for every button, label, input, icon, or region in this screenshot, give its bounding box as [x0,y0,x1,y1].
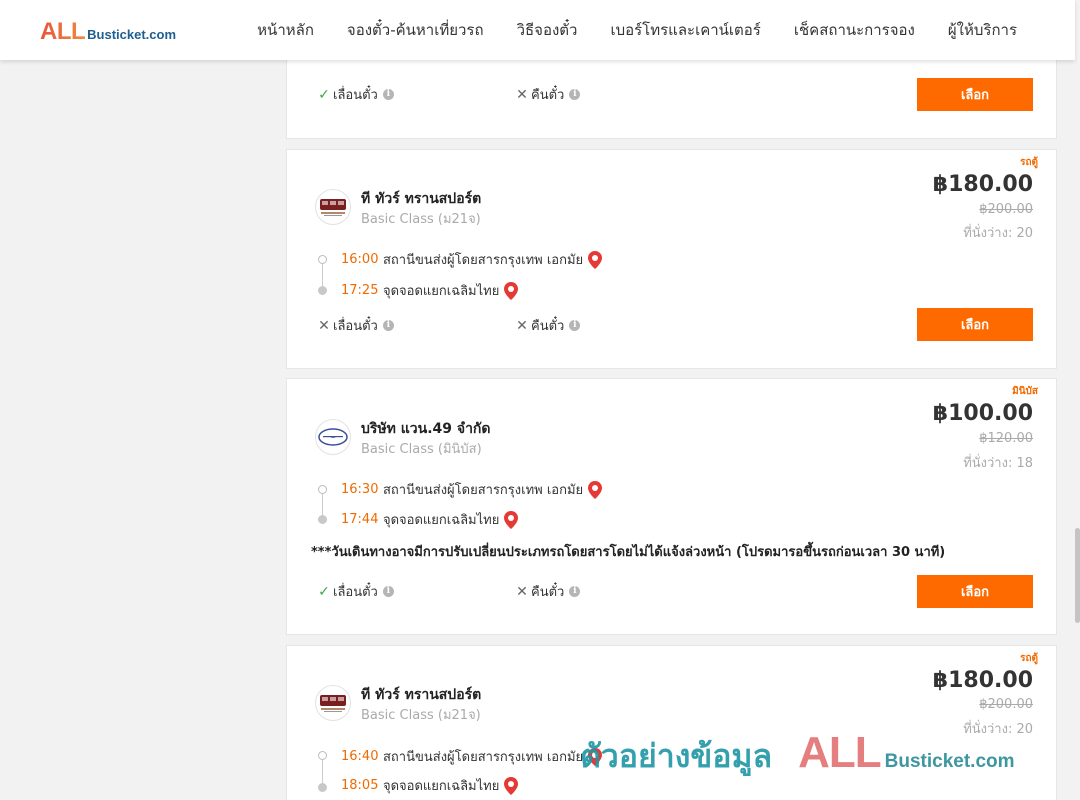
original-price: ฿200.00 [979,202,1033,217]
arrival-time: 18:05 [341,778,379,793]
logo-site-text: Busticket.com [87,27,177,42]
main-nav: หน้าหลัก จองตั๋ว-ค้นหาเที่ยวรถ วิธีจองตั… [257,0,1017,60]
reschedule-policy: ✓ เลื่อนตั๋ว i [317,581,394,602]
select-button[interactable]: เลือก [917,308,1033,341]
refund-label: คืนตั๋ว [531,88,565,103]
price: ฿180.00 [932,172,1033,197]
arrival-stop: 18:05 จุดจอดแยกเฉลิมไทย [341,775,519,796]
bus-type-badge: มินิบัส [1012,386,1038,397]
nav-phone-counters[interactable]: เบอร์โทรและเคาน์เตอร์ [610,18,760,42]
refund-label: คืนตั๋ว [531,319,565,334]
check-icon: ✓ [318,86,330,103]
operator-name: ที ทัวร์ ทรานสปอร์ต [361,191,482,207]
site-header: ALL Busticket.com หน้าหลัก จองตั๋ว-ค้นหา… [0,0,1075,60]
map-pin-icon[interactable] [504,510,519,529]
check-icon: ✓ [318,583,330,600]
departure-stop: 16:30 สถานีขนส่งผู้โดยสารกรุงเทพ เอกมัย [341,479,603,500]
trip-notice: ***วันเดินทางอาจมีการปรับเปลี่ยนประเภทรถ… [311,545,946,560]
nav-how-to-book[interactable]: วิธีจองตั๋ว [517,18,578,42]
reschedule-policy: ✕ เลื่อนตั๋ว i [317,315,394,336]
cross-icon: ✕ [516,317,528,334]
cross-icon: ✕ [516,86,528,103]
departure-place: สถานีขนส่งผู้โดยสารกรุงเทพ เอกมัย [383,253,584,268]
arrival-time: 17:25 [341,283,379,298]
arrival-stop: 17:25 จุดจอดแยกเฉลิมไทย [341,280,519,301]
bus-class: Basic Class (ม21จ) [361,212,481,227]
reschedule-label: เลื่อนตั๋ว [333,585,378,600]
logo-all-text: ALL [40,18,86,45]
info-icon[interactable]: i [382,586,394,597]
reschedule-label: เลื่อนตั๋ว [333,88,378,103]
arrival-dot [318,286,327,295]
arrival-time: 17:44 [341,512,379,527]
svg-text:~: ~ [330,434,336,442]
departure-time: 16:30 [341,482,379,497]
scrollbar-thumb[interactable] [1075,528,1080,623]
seats-available: ที่นั่งว่าง: 18 [963,456,1033,471]
seats-available: ที่นั่งว่าง: 20 [963,722,1033,737]
trip-card: ที ทัวร์ ทรานสปอร์ต Basic Class (ม21จ) ร… [286,645,1057,800]
original-price: ฿200.00 [979,697,1033,712]
operator-name: ที ทัวร์ ทรานสปอร์ต [361,687,482,703]
seats-available: ที่นั่งว่าง: 20 [963,226,1033,241]
departure-stop: 16:00 สถานีขนส่งผู้โดยสารกรุงเทพ เอกมัย [341,249,603,270]
departure-dot [318,255,327,264]
site-logo[interactable]: ALL Busticket.com [40,18,176,46]
departure-place: สถานีขนส่งผู้โดยสารกรุงเทพ เอกมัย [383,483,584,498]
info-icon[interactable]: i [569,89,581,100]
refund-label: คืนตั๋ว [531,585,565,600]
bus-class: Basic Class (มินิบัส) [361,442,482,457]
departure-time: 16:40 [341,749,379,764]
original-price: ฿120.00 [979,431,1033,446]
operator-name: บริษัท แวน.49 จำกัด [361,421,491,437]
map-pin-icon[interactable] [588,480,603,499]
arrival-place: จุดจอดแยกเฉลิมไทย [383,284,500,299]
nav-check-booking[interactable]: เช็คสถานะการจอง [794,18,915,42]
cross-icon: ✕ [516,583,528,600]
refund-policy: ✕ คืนตั๋ว i [515,315,581,336]
info-icon[interactable]: i [569,320,581,331]
arrival-dot [318,783,327,792]
select-button[interactable]: เลือก [917,575,1033,608]
operator-logo [315,189,351,225]
info-icon[interactable]: i [382,89,394,100]
trip-card: ที ทัวร์ ทรานสปอร์ต Basic Class (ม21จ) ร… [286,149,1057,369]
reschedule-label: เลื่อนตั๋ว [333,319,378,334]
map-pin-icon[interactable] [588,250,603,269]
operator-logo [315,685,351,721]
arrival-stop: 17:44 จุดจอดแยกเฉลิมไทย [341,509,519,530]
select-button[interactable]: เลือก [917,78,1033,111]
departure-place: สถานีขนส่งผู้โดยสารกรุงเทพ เอกมัย [383,750,584,765]
trip-card: ~ บริษัท แวน.49 จำกัด Basic Class (มินิบ… [286,378,1057,635]
cross-icon: ✕ [318,317,330,334]
map-pin-icon[interactable] [504,281,519,300]
price: ฿100.00 [932,401,1033,426]
arrival-place: จุดจอดแยกเฉลิมไทย [383,779,500,794]
info-icon[interactable]: i [569,586,581,597]
trip-card: ✓ เลื่อนตั๋ว i ✕ คืนตั๋ว i เลือก [286,60,1057,139]
bus-type-badge: รถตู้ [1020,157,1038,168]
reschedule-policy: ✓ เลื่อนตั๋ว i [317,84,394,105]
bus-type-badge: รถตู้ [1020,653,1038,664]
departure-dot [318,751,327,760]
map-pin-icon[interactable] [504,776,519,795]
price: ฿180.00 [932,668,1033,693]
refund-policy: ✕ คืนตั๋ว i [515,84,581,105]
map-pin-icon[interactable] [588,747,603,766]
nav-operators[interactable]: ผู้ให้บริการ [948,18,1017,42]
arrival-dot [318,515,327,524]
nav-home[interactable]: หน้าหลัก [257,18,314,42]
operator-logo: ~ [315,419,351,455]
refund-policy: ✕ คืนตั๋ว i [515,581,581,602]
departure-time: 16:00 [341,252,379,267]
departure-dot [318,485,327,494]
departure-stop: 16:40 สถานีขนส่งผู้โดยสารกรุงเทพ เอกมัย [341,746,603,767]
page-scrollbar[interactable] [1075,0,1080,800]
info-icon[interactable]: i [382,320,394,331]
bus-class: Basic Class (ม21จ) [361,708,481,723]
nav-book-search[interactable]: จองตั๋ว-ค้นหาเที่ยวรถ [347,18,484,42]
arrival-place: จุดจอดแยกเฉลิมไทย [383,513,500,528]
